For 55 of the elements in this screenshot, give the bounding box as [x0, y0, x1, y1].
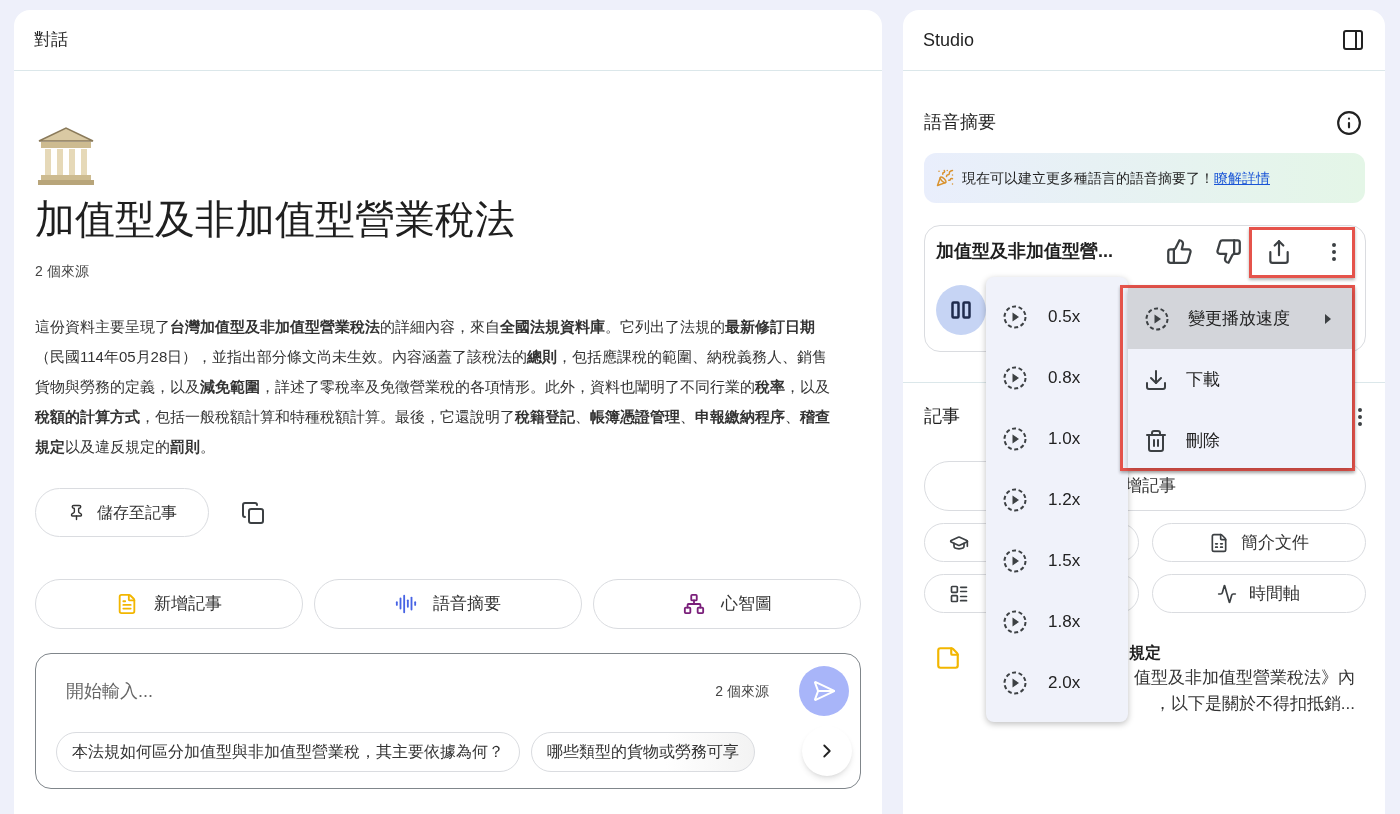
audio-title: 加值型及非加值型營...	[936, 240, 1114, 263]
thumbs-down-icon[interactable]	[1215, 238, 1242, 265]
table-icon	[949, 583, 969, 604]
speed-icon	[1002, 364, 1028, 391]
speed-icon	[1002, 547, 1028, 574]
note-preview: 值型及非加值型營業稅法》內	[1134, 667, 1355, 689]
speed-icon	[1144, 305, 1170, 332]
classical-building-icon	[35, 125, 97, 187]
info-icon[interactable]	[1336, 109, 1362, 136]
panel-title: Studio	[923, 28, 975, 52]
menu-item[interactable]: 變更播放速度	[1128, 288, 1352, 349]
note-icon	[935, 645, 961, 671]
suggestion-chip[interactable]: 哪些類型的貨物或勞務可享	[531, 732, 755, 772]
speed-icon	[1002, 608, 1028, 635]
party-popper-icon	[936, 169, 954, 187]
speed-option[interactable]: 2.0x	[986, 652, 1118, 713]
note-preview: ，以下是關於不得扣抵銷...	[1153, 693, 1355, 715]
section-title: 語音摘要	[924, 111, 996, 134]
submenu-arrow-icon	[1324, 312, 1332, 325]
timeline-icon	[1217, 583, 1238, 604]
speed-icon	[1002, 303, 1028, 330]
speed-icon	[1002, 425, 1028, 452]
menu-item[interactable]: 下載	[1128, 349, 1352, 410]
send-icon	[812, 679, 836, 703]
section-title: 記事	[924, 405, 960, 428]
learn-more-link[interactable]: 瞭解詳情	[1214, 169, 1270, 186]
source-count: 2 個來源	[715, 681, 769, 701]
panel-toggle-icon[interactable]	[1341, 28, 1365, 52]
source-count: 2 個來源	[35, 262, 90, 281]
share-icon[interactable]	[1266, 238, 1292, 265]
banner-text: 現在可以建立更多種語言的語音摘要了！瞭解詳情	[962, 168, 1270, 188]
document-icon	[116, 593, 138, 615]
action-button[interactable]: 心智圖	[593, 579, 861, 629]
audio-wave-icon	[395, 593, 417, 615]
chat-input-box[interactable]: 開始輸入... 2 個來源 本法規如何區分加值型與非加值型營業稅，其主要依據為何？ 哪些類型的貨物或勞務可享	[35, 653, 861, 789]
speed-option[interactable]: 1.5x	[986, 530, 1118, 591]
pause-button[interactable]	[936, 285, 986, 335]
mind-map-icon	[682, 593, 705, 615]
speed-icon	[1002, 669, 1028, 696]
action-button[interactable]: 新增記事	[35, 579, 303, 629]
input-placeholder: 開始輸入...	[66, 679, 154, 703]
panel-title: 對話	[34, 29, 68, 52]
speed-option[interactable]: 1.8x	[986, 591, 1118, 652]
action-button[interactable]: 語音摘要	[314, 579, 582, 629]
pause-icon	[951, 301, 971, 319]
speed-icon	[1002, 486, 1028, 513]
copy-icon[interactable]	[241, 500, 265, 525]
speed-option[interactable]: 0.5x	[986, 286, 1118, 347]
download-icon	[1144, 367, 1168, 392]
summary-paragraph: 這份資料主要呈現了台灣加值型及非加值型營業稅法的詳細內容，來自全國法規資料庫。它列出了法規的最新修訂日期（民國114年05月28日），並指出部分條文尚未生效。內容涵蓋了該稅法的總則，包括應課稅的範圍、納稅義務人、銷售貨物與勞務的定義，以及減免範圍，詳述了零稅率及免徵營業稅的各項情形。此外，資料也闡明了不同行業的稅率，以及稅額的計算方式，包括一般稅額計算和特種稅額計算。最後，它還說明了稅籍登記、帳簿憑證管理、申報繳納程序、稽查規定以及違反規定的罰則。	[35, 317, 831, 457]
trash-icon	[1144, 428, 1168, 453]
notebook-title: 加值型及非加值型營業稅法	[35, 196, 516, 243]
thumbs-up-icon[interactable]	[1166, 238, 1193, 265]
note-title: 規定	[1129, 643, 1161, 663]
speed-option[interactable]: 0.8x	[986, 347, 1118, 408]
